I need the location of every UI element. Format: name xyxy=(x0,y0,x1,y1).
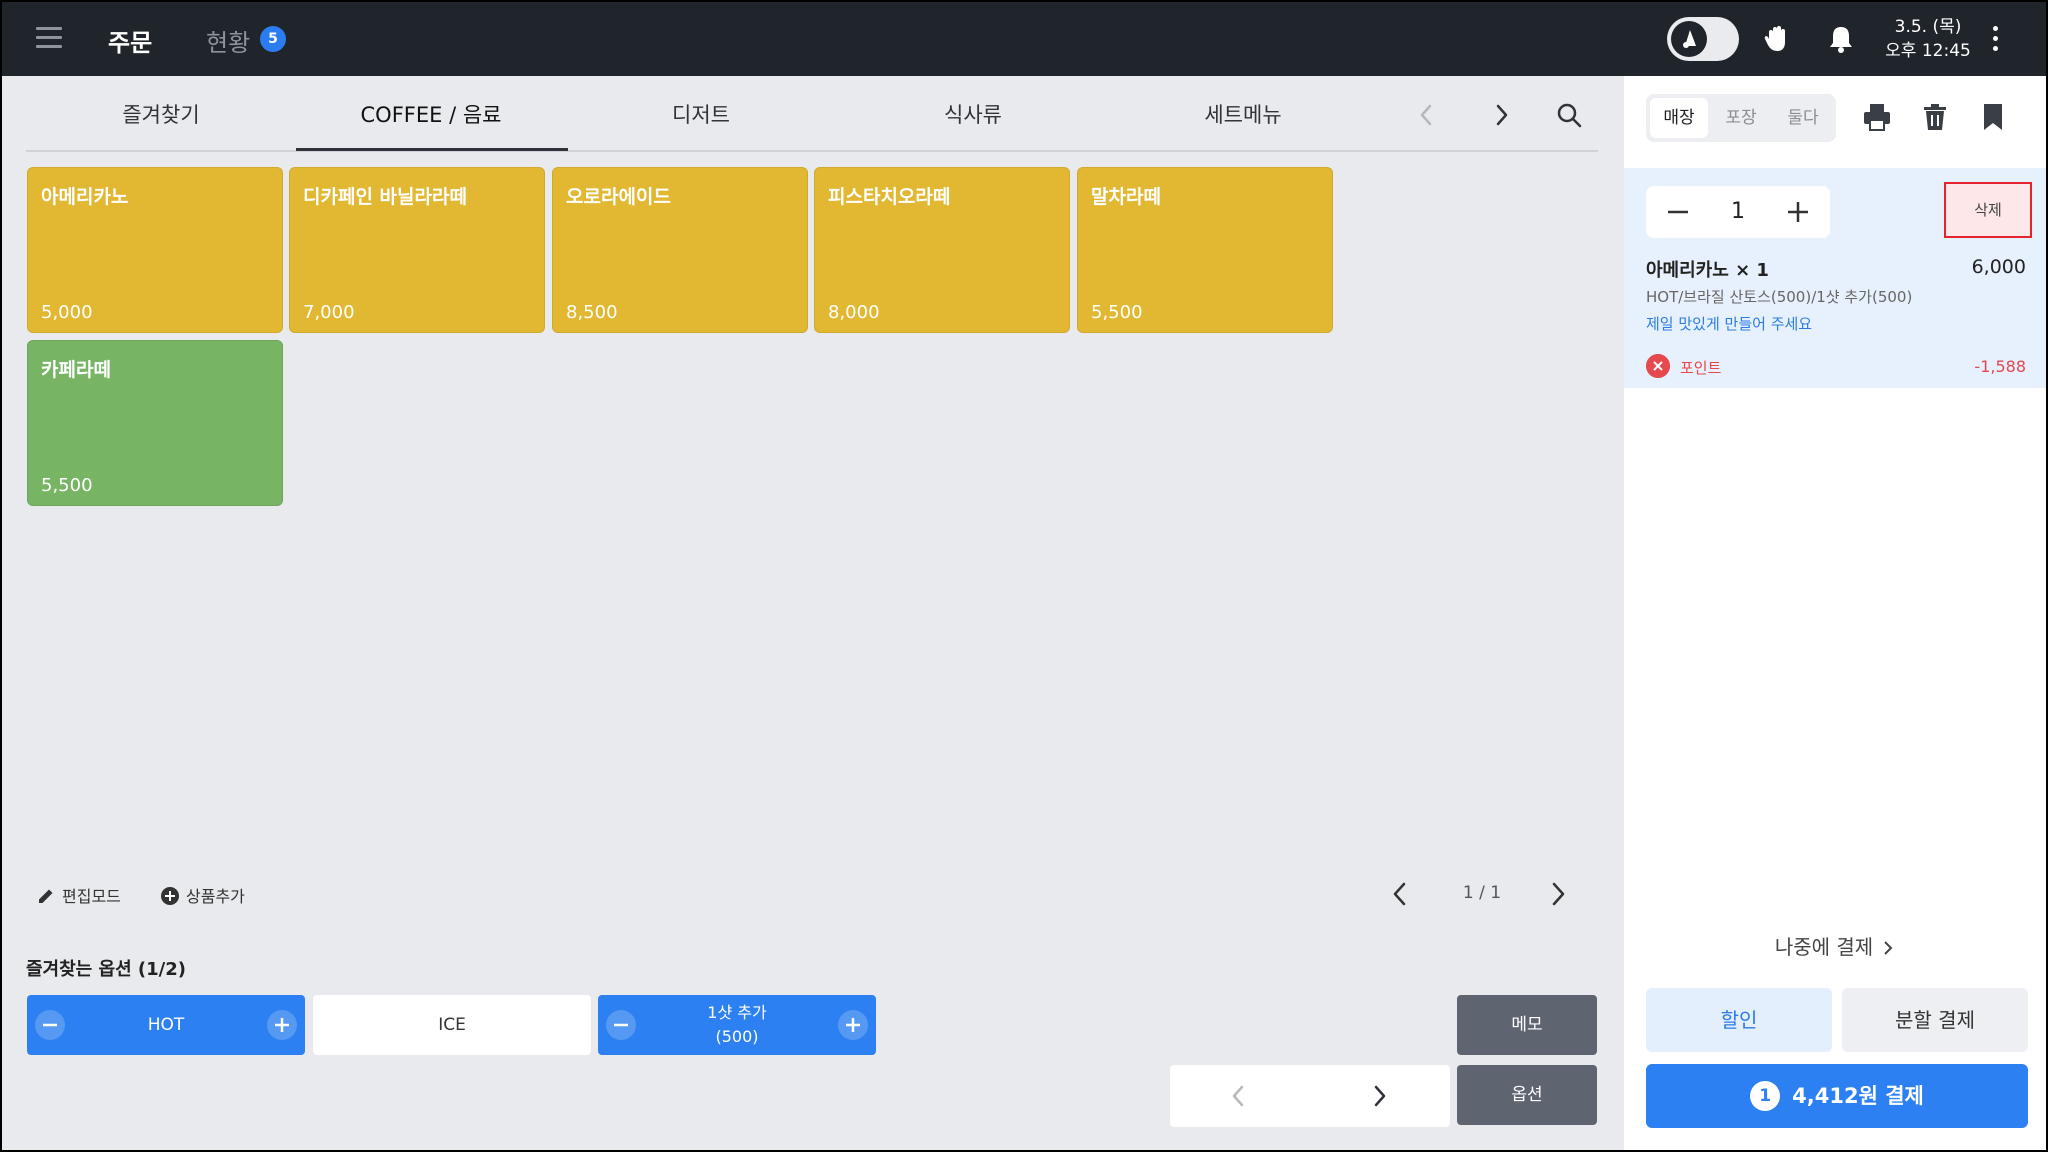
product-tile[interactable]: 말차라떼 5,500 xyxy=(1077,167,1333,333)
option-ice[interactable]: ICE xyxy=(313,995,591,1055)
toggle-knob xyxy=(1671,21,1707,57)
menu-icon[interactable] xyxy=(36,27,62,49)
pos-mode-icon xyxy=(1683,30,1696,48)
page-prev-icon[interactable] xyxy=(1386,878,1414,910)
service-both[interactable]: 둘다 xyxy=(1774,98,1832,138)
tab-set-menu[interactable]: 세트메뉴 xyxy=(1108,76,1378,150)
product-name: 카페라떼 xyxy=(41,359,111,381)
option-hot[interactable]: HOT xyxy=(27,995,305,1055)
product-price: 5,500 xyxy=(1091,302,1143,323)
item-memo: 제일 맛있게 만들어 주세요 xyxy=(1646,315,1813,333)
product-tile[interactable]: 오로라에이드 8,500 xyxy=(552,167,808,333)
option-label: HOT xyxy=(147,1015,185,1035)
trash-icon[interactable] xyxy=(1918,100,1952,134)
more-options-icon[interactable] xyxy=(1992,26,2000,54)
item-name: 아메리카노 × 1 xyxy=(1646,260,1769,281)
option-next-icon[interactable] xyxy=(1364,1081,1394,1111)
remove-point-icon[interactable] xyxy=(1646,354,1670,378)
staff-call-hand-icon[interactable] xyxy=(1760,22,1794,56)
mode-toggle[interactable] xyxy=(1667,17,1739,61)
add-product-label: 상품추가 xyxy=(186,887,245,906)
search-icon[interactable] xyxy=(1554,100,1584,130)
product-name: 아메리카노 xyxy=(41,186,129,208)
product-tile[interactable]: 아메리카노 5,000 xyxy=(27,167,283,333)
service-dine-in[interactable]: 매장 xyxy=(1650,98,1708,138)
option-extra-shot[interactable]: 1샷 추가 (500) xyxy=(598,995,876,1055)
pay-label: 4,412원 결제 xyxy=(1792,1084,1924,1108)
quantity-value: 1 xyxy=(1731,199,1745,224)
product-name: 피스타치오라떼 xyxy=(828,186,951,208)
category-tabs: 즐겨찾기 COFFEE / 음료 디저트 식사류 세트메뉴 xyxy=(26,76,1598,152)
top-bar: 주문 현황 5 3.5. (목) 오후 12:45 xyxy=(2,2,2046,76)
plus-circle-icon xyxy=(161,887,179,905)
service-takeout[interactable]: 포장 xyxy=(1712,98,1770,138)
minus-icon[interactable] xyxy=(606,1010,636,1040)
product-name: 오로라에이드 xyxy=(566,186,671,208)
increase-quantity-icon[interactable] xyxy=(1784,198,1812,226)
pay-later-label: 나중에 결제 xyxy=(1774,935,1874,959)
option-label: ICE xyxy=(438,1015,466,1035)
tab-favorites[interactable]: 즐겨찾기 xyxy=(26,76,296,150)
add-product-button[interactable]: 상품추가 xyxy=(160,883,245,907)
item-options: HOT/브라질 산토스(500)/1샷 추가(500) xyxy=(1646,288,1913,306)
tab-status[interactable]: 현황 xyxy=(206,23,250,58)
plus-icon[interactable] xyxy=(267,1010,297,1040)
tab-dessert[interactable]: 디저트 xyxy=(566,76,836,150)
option-button[interactable]: 옵션 xyxy=(1457,1065,1597,1125)
product-tile[interactable]: 카페라떼 5,500 xyxy=(27,340,283,506)
product-price: 8,000 xyxy=(828,302,880,323)
product-price: 5,000 xyxy=(41,302,93,323)
pay-button[interactable]: 1 4,412원 결제 xyxy=(1646,1064,2028,1128)
memo-button[interactable]: 메모 xyxy=(1457,995,1597,1055)
product-name: 디카페인 바닐라라떼 xyxy=(303,186,467,208)
delete-item-button[interactable]: 삭제 xyxy=(1944,182,2032,238)
minus-icon[interactable] xyxy=(35,1010,65,1040)
discount-button[interactable]: 할인 xyxy=(1646,988,1832,1052)
edit-mode-button[interactable]: 편집모드 xyxy=(36,883,121,907)
quantity-stepper: 1 xyxy=(1646,186,1830,238)
tab-coffee[interactable]: COFFEE / 음료 xyxy=(296,76,566,150)
product-price: 8,500 xyxy=(566,302,618,323)
product-name: 말차라떼 xyxy=(1091,186,1161,208)
tab-meal[interactable]: 식사류 xyxy=(838,76,1108,150)
favorite-options-title: 즐겨찾는 옵션 (1/2) xyxy=(26,959,186,980)
product-tile[interactable]: 디카페인 바닐라라떼 7,000 xyxy=(289,167,545,333)
chevron-right-icon xyxy=(1884,941,1893,955)
product-tile[interactable]: 피스타치오라떼 8,000 xyxy=(814,167,1070,333)
pencil-icon xyxy=(39,889,53,903)
pay-later-button[interactable]: 나중에 결제 xyxy=(1624,931,2046,960)
bookmark-icon[interactable] xyxy=(1976,100,2010,134)
pos-app: 주문 현황 5 3.5. (목) 오후 12:45 즐겨찾기 COFFEE / xyxy=(2,2,2046,1150)
page-indicator: 1 / 1 xyxy=(1462,883,1502,903)
print-icon[interactable] xyxy=(1860,100,1894,134)
point-label: 포인트 xyxy=(1680,359,1722,377)
notification-bell-icon[interactable] xyxy=(1824,22,1858,56)
split-pay-button[interactable]: 분할 결제 xyxy=(1842,988,2028,1052)
point-value: -1,588 xyxy=(1974,357,2026,376)
category-next-icon[interactable] xyxy=(1486,100,1516,130)
order-line-item[interactable]: 1 삭제 아메리카노 × 1 6,000 HOT/브라질 산토스(500)/1샷… xyxy=(1624,168,2046,388)
date-text: 3.5. (목) xyxy=(1894,17,1962,37)
option-label: 1샷 추가 (500) xyxy=(707,1003,767,1046)
datetime: 3.5. (목) 오후 12:45 xyxy=(1876,15,1980,63)
decrease-quantity-icon[interactable] xyxy=(1664,198,1692,226)
product-price: 5,500 xyxy=(41,475,93,496)
product-price: 7,000 xyxy=(303,302,355,323)
option-prev-icon[interactable] xyxy=(1224,1081,1254,1111)
order-panel: 매장 포장 둘다 1 삭제 아메리카노 × 1 6,000 HOT/브라질 산토… xyxy=(1624,76,2046,1150)
item-price: 6,000 xyxy=(1971,256,2026,278)
time-text: 오후 12:45 xyxy=(1885,41,1971,61)
page-next-icon[interactable] xyxy=(1544,878,1572,910)
tab-order[interactable]: 주문 xyxy=(108,23,152,58)
category-prev-icon[interactable] xyxy=(1412,100,1442,130)
status-count-badge: 5 xyxy=(260,26,286,52)
pay-item-count: 1 xyxy=(1750,1081,1781,1111)
service-type-selector: 매장 포장 둘다 xyxy=(1646,94,1836,142)
edit-mode-label: 편집모드 xyxy=(62,887,121,906)
plus-icon[interactable] xyxy=(838,1010,868,1040)
option-page-nav xyxy=(1170,1065,1450,1127)
active-tab-indicator xyxy=(296,148,568,151)
